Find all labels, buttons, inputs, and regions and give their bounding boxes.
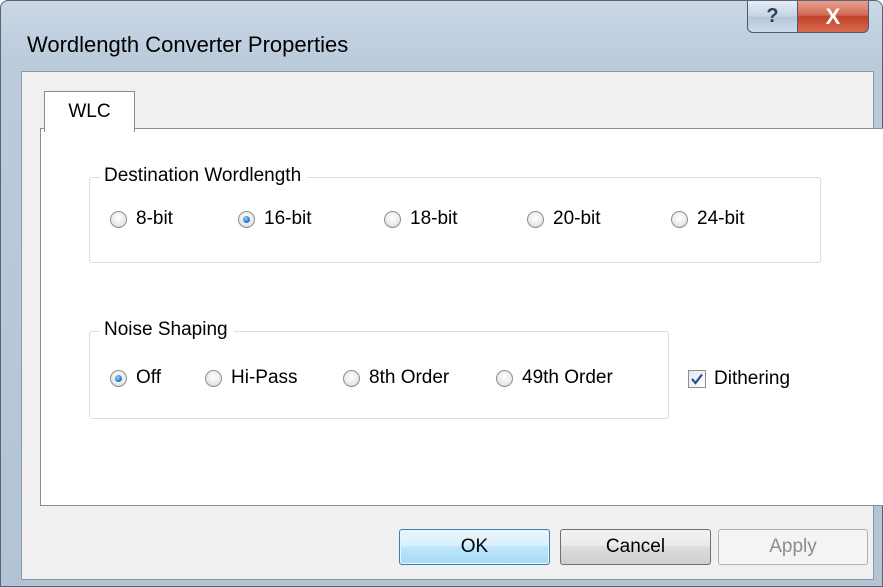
cancel-button[interactable]: Cancel: [560, 529, 711, 565]
radio-button-icon: [496, 369, 513, 387]
radio-label: 18-bit: [410, 208, 458, 229]
noise-shaping-label: Noise Shaping: [100, 317, 234, 343]
radio-label: Off: [136, 367, 161, 388]
radio-button-icon: [671, 210, 688, 228]
radio-8th-order[interactable]: 8th Order: [343, 367, 449, 389]
radio-button-icon: [110, 210, 127, 228]
dithering-checkbox[interactable]: Dithering: [688, 368, 790, 390]
radio-20-bit[interactable]: 20-bit: [527, 208, 601, 230]
tab-panel-wlc: Destination Wordlength 8-bit 16-bit 18-b…: [40, 128, 883, 506]
close-button[interactable]: X: [797, 1, 869, 33]
radio-8-bit[interactable]: 8-bit: [110, 208, 173, 230]
radio-18-bit[interactable]: 18-bit: [384, 208, 458, 230]
radio-button-icon: [527, 210, 544, 228]
checkbox-checked-icon: [688, 370, 706, 388]
radio-button-selected-icon: [110, 369, 127, 387]
dialog-window: Wordlength Converter Properties ? X WLC …: [0, 0, 883, 587]
destination-wordlength-label: Destination Wordlength: [100, 163, 308, 189]
window-title: Wordlength Converter Properties: [27, 32, 349, 57]
radio-label: 8-bit: [136, 208, 173, 229]
radio-off[interactable]: Off: [110, 367, 161, 389]
tab-wlc[interactable]: WLC: [44, 91, 135, 132]
radio-button-icon: [384, 210, 401, 228]
ok-button[interactable]: OK: [399, 529, 550, 565]
close-icon: X: [825, 3, 841, 29]
radio-16-bit[interactable]: 16-bit: [238, 208, 312, 230]
radio-49th-order[interactable]: 49th Order: [496, 367, 613, 389]
help-icon: ?: [766, 5, 779, 27]
noise-shaping-group: Noise Shaping Off Hi-Pass 8th Order 49th…: [89, 317, 669, 419]
title-bar[interactable]: Wordlength Converter Properties ? X: [1, 1, 882, 57]
radio-button-icon: [205, 369, 222, 387]
radio-label: 16-bit: [264, 208, 312, 229]
radio-label: 49th Order: [522, 367, 613, 388]
radio-button-icon: [343, 369, 360, 387]
help-button[interactable]: ?: [747, 1, 798, 33]
dialog-client-area: WLC Destination Wordlength 8-bit 16-bit …: [21, 71, 883, 580]
radio-label: 20-bit: [553, 208, 601, 229]
dithering-label: Dithering: [714, 368, 791, 389]
radio-label: 8th Order: [369, 367, 450, 388]
radio-hi-pass[interactable]: Hi-Pass: [205, 367, 298, 389]
radio-button-selected-icon: [238, 210, 255, 228]
radio-label: Hi-Pass: [231, 367, 298, 388]
apply-button[interactable]: Apply: [718, 529, 868, 565]
radio-label: 24-bit: [697, 208, 745, 229]
destination-wordlength-group: Destination Wordlength 8-bit 16-bit 18-b…: [89, 163, 821, 263]
radio-24-bit[interactable]: 24-bit: [671, 208, 745, 230]
